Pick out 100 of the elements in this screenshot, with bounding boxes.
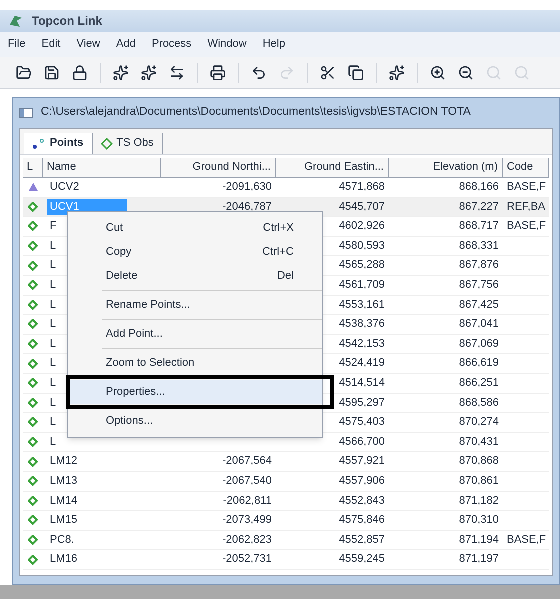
name-cell-text: L (49, 279, 58, 292)
easting-cell: 4575,403 (339, 416, 385, 428)
easting-cell: 4545,707 (339, 200, 385, 213)
diamond-icon (28, 476, 38, 486)
code-cell: BASE,F (507, 181, 546, 194)
diamond-icon (28, 496, 38, 506)
elevation-cell: 868,717 (459, 220, 499, 232)
name-cell-text: LM12 (49, 455, 79, 468)
diamond-icon (28, 378, 38, 388)
menu-entry[interactable]: Cut Ctrl+X (68, 216, 322, 240)
northing-cell: -2046,787 (222, 200, 272, 213)
northing-cell: -2062,823 (222, 534, 272, 546)
easting-cell: 4580,593 (339, 240, 385, 252)
northing-cell: -2062,811 (223, 494, 272, 507)
menu-item[interactable]: Process (152, 36, 192, 53)
tab[interactable]: Points (24, 133, 93, 154)
diamond-icon (28, 398, 38, 408)
easting-cell: 4557,921 (339, 455, 385, 468)
diamond-icon (100, 138, 113, 150)
menu-entry[interactable]: Options... (68, 409, 322, 433)
code-cell: BASE,F (507, 220, 546, 232)
name-cell-text: L (49, 376, 58, 389)
elevation-cell: 867,876 (459, 259, 499, 272)
elevation-cell: 871,197 (459, 553, 499, 566)
triangle-icon (28, 183, 38, 192)
menu-entry[interactable]: Rename Points... (68, 293, 322, 317)
diamond-icon (28, 241, 38, 252)
elevation-cell: 866,619 (459, 357, 499, 370)
menu-item[interactable]: File (8, 36, 26, 53)
easting-cell: 4566,700 (339, 436, 385, 448)
diamond-icon (28, 319, 38, 330)
name-cell-text: L (49, 298, 58, 311)
elevation-cell: 870,274 (459, 416, 499, 428)
name-cell-text: PC8. (49, 534, 76, 546)
name-cell-text: L (49, 416, 58, 428)
code-cell: BASE,F (507, 534, 546, 546)
elevation-cell: 866,251 (459, 376, 499, 389)
column-header[interactable]: L (23, 158, 43, 177)
easting-cell: 4514,514 (339, 376, 385, 389)
column-header[interactable]: Ground Northi... (161, 158, 276, 177)
table-row[interactable]: PC8. -2062,823 4552,857 871,194 BASE,F (23, 530, 549, 550)
easting-cell: 4602,926 (339, 220, 385, 232)
diamond-icon (28, 339, 38, 350)
name-cell-text: LM15 (49, 514, 79, 526)
column-header[interactable]: Ground Eastin... (276, 158, 389, 177)
name-cell-text: UCV2 (49, 181, 80, 194)
name-cell-text: L (49, 240, 58, 252)
easting-cell: 4553,161 (339, 298, 385, 311)
diamond-icon (28, 534, 38, 545)
table-row[interactable]: LM12 -2067,564 4557,921 870,868 (23, 452, 549, 472)
easting-cell: 4542,153 (339, 338, 385, 350)
menu-entry[interactable]: Copy Ctrl+C (68, 240, 322, 264)
name-cell-text: LM16 (49, 553, 79, 566)
window-title: Topcon Link (32, 13, 102, 30)
diamond-icon (28, 280, 38, 290)
easting-cell: 4565,288 (339, 259, 385, 272)
diamond-icon (28, 358, 38, 369)
name-cell-text: L (49, 338, 58, 350)
diamond-icon (28, 437, 38, 448)
menu-item[interactable]: Help (262, 36, 286, 53)
table-row[interactable]: LM13 -2067,540 4557,906 870,861 (23, 472, 549, 492)
diamond-icon (28, 417, 38, 428)
name-cell-text: L (49, 396, 58, 409)
column-header[interactable]: Code (503, 158, 549, 177)
easting-cell: 4552,857 (339, 534, 385, 546)
easting-cell: 4559,245 (339, 553, 385, 566)
name-cell-text: LM13 (49, 474, 79, 487)
app-logo-icon (8, 13, 24, 29)
table-row[interactable]: LM16 -2052,731 4559,245 871,197 (23, 550, 549, 570)
elevation-cell: 870,868 (459, 455, 499, 468)
northing-cell: -2067,564 (222, 455, 272, 468)
diamond-icon (28, 456, 38, 467)
easting-cell: 4557,906 (339, 474, 385, 487)
elevation-cell: 867,069 (459, 338, 499, 350)
diamond-icon (28, 554, 38, 565)
elevation-cell: 868,331 (459, 240, 499, 252)
column-header[interactable]: Elevation (m) (389, 158, 503, 177)
menu-entry[interactable]: Properties... (68, 380, 322, 404)
elevation-cell: 868,166 (459, 181, 499, 194)
easting-cell: 4571,868 (339, 181, 385, 194)
diamond-icon (28, 260, 38, 271)
elevation-cell: 871,182 (459, 494, 499, 507)
table-row[interactable]: LM15 -2073,499 4575,846 870,310 (23, 511, 549, 531)
menu-item[interactable]: Add (116, 36, 136, 53)
name-cell-text: F (49, 220, 58, 232)
column-header[interactable]: Name (43, 158, 161, 177)
diamond-icon (28, 515, 38, 526)
elevation-cell: 870,431 (459, 436, 499, 448)
easting-cell: 4595,297 (339, 396, 385, 409)
menu-item[interactable]: Window (208, 36, 247, 53)
elevation-cell: 870,310 (459, 514, 499, 526)
menu-item[interactable]: View (76, 36, 100, 53)
diamond-icon (28, 300, 38, 310)
elevation-cell: 870,861 (459, 474, 499, 487)
name-cell-text: L (49, 436, 58, 448)
code-cell: REF,BA (507, 200, 546, 213)
table-row[interactable]: LM14 -2062,811 4552,843 871,182 (23, 492, 549, 512)
easting-cell: 4552,843 (339, 494, 385, 507)
easting-cell: 4524,419 (339, 357, 385, 370)
menu-item[interactable]: Edit (42, 36, 61, 53)
